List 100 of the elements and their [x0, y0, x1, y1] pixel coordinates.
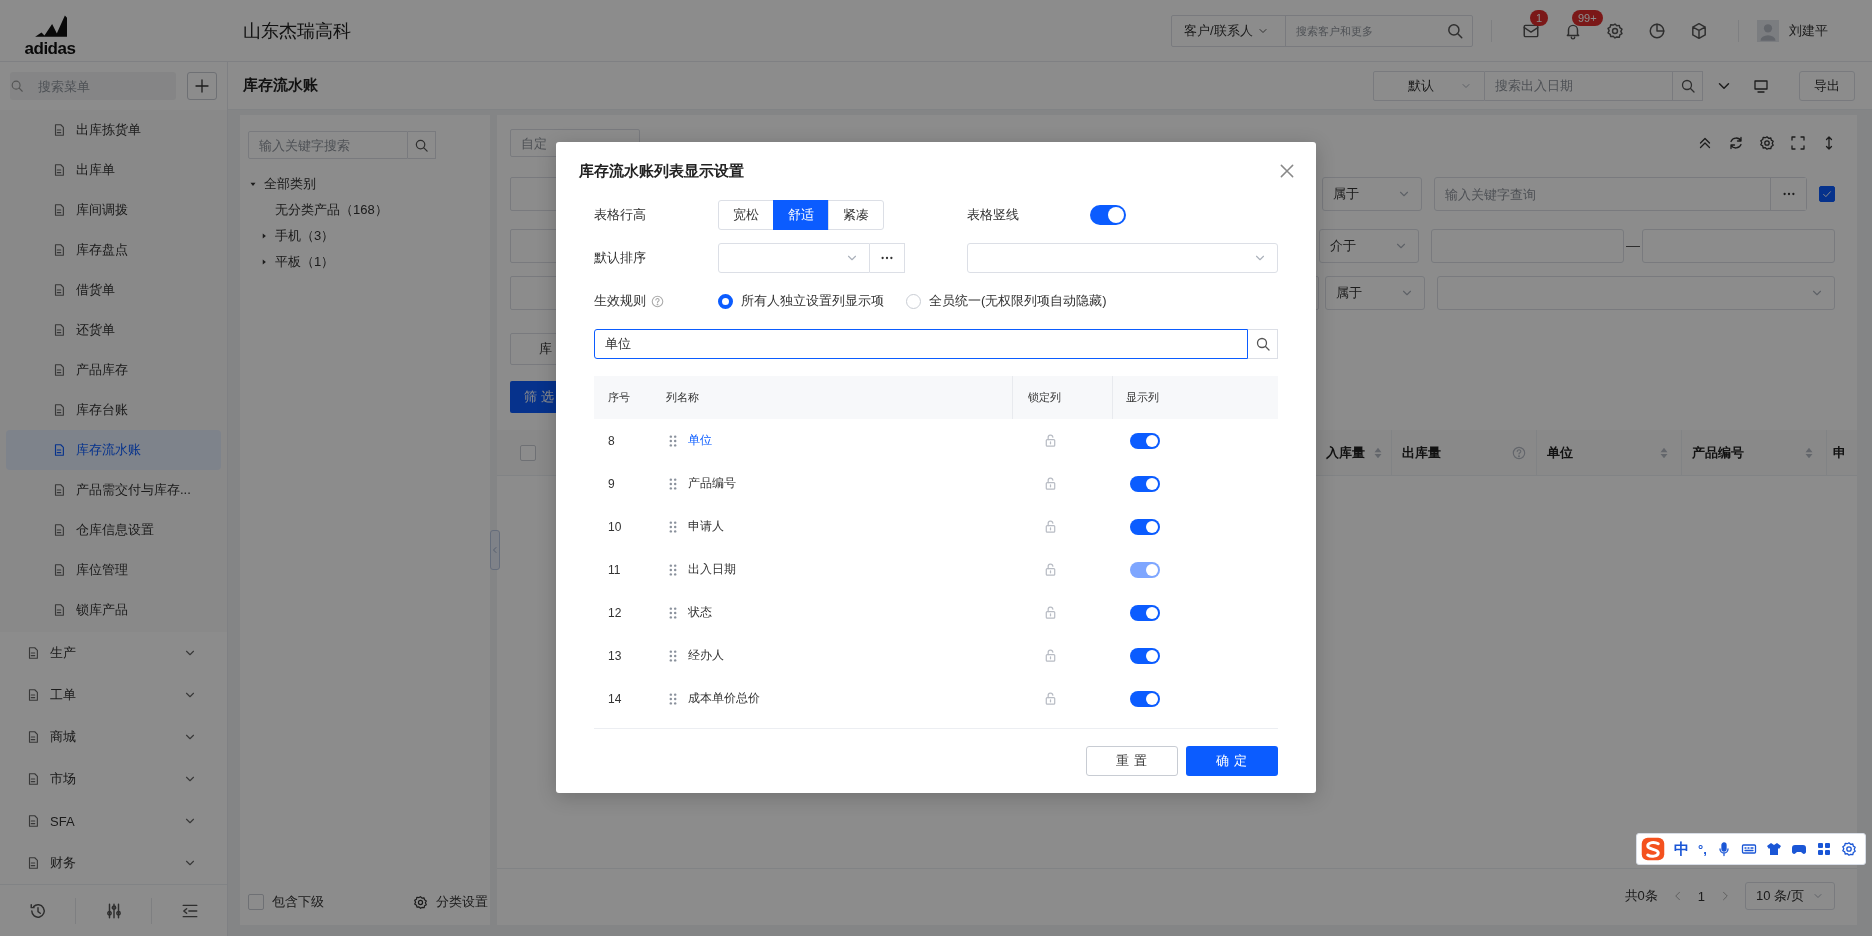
menu-group[interactable]: 工单 — [0, 674, 227, 716]
menu-item[interactable]: 库存盘点 — [6, 230, 221, 270]
search-button[interactable] — [1248, 329, 1278, 359]
ime-punctuation[interactable]: °, — [1698, 841, 1707, 857]
column-name: 单位 — [688, 432, 712, 449]
total-count: 共0条 — [1624, 887, 1658, 905]
tree-node[interactable]: 无分类产品（168） — [259, 197, 482, 223]
sort-field-select[interactable] — [718, 243, 870, 273]
column-name: 经办人 — [688, 647, 724, 664]
ime-language[interactable]: 中 — [1674, 839, 1689, 859]
settings-icon[interactable] — [1606, 21, 1624, 40]
operator-select[interactable]: 属于 — [1325, 276, 1425, 310]
menu-group[interactable]: 市场 — [0, 758, 227, 800]
shirt-icon[interactable] — [1765, 841, 1782, 857]
menu-item[interactable]: 库位管理 — [6, 550, 221, 590]
refresh-icon[interactable] — [1728, 135, 1744, 151]
pie-chart-icon[interactable] — [1648, 21, 1666, 40]
tree-node[interactable]: 全部类别 — [248, 171, 482, 197]
menu-item[interactable]: 仓库信息设置 — [6, 510, 221, 550]
toggle-knob — [1146, 649, 1158, 662]
menu-item[interactable]: 库存台账 — [6, 390, 221, 430]
search-field[interactable]: 搜索客户和更多 — [1285, 24, 1446, 37]
help-icon — [1512, 445, 1526, 460]
column-header[interactable]: 出库量 — [1392, 430, 1537, 475]
page-size-select[interactable]: 10 条/页 — [1745, 882, 1835, 910]
document-icon — [26, 856, 40, 870]
toggle-switch[interactable] — [1130, 604, 1160, 621]
segment-option[interactable]: 紧凑 — [828, 200, 884, 230]
category-settings-button[interactable]: 分类设置 — [413, 893, 488, 911]
close-icon[interactable] — [1278, 162, 1296, 180]
search-button[interactable] — [1673, 70, 1703, 101]
column-header[interactable]: 单位 — [1537, 430, 1682, 475]
view-select[interactable]: 默认 — [1373, 70, 1485, 101]
segment-option[interactable]: 舒适 — [773, 200, 829, 230]
menu-item[interactable]: 出库拣货单 — [6, 110, 221, 150]
checkbox-label[interactable]: 包含下级 — [272, 893, 324, 911]
tree-node[interactable]: 手机（3） — [259, 223, 482, 249]
scope-select[interactable]: 客户/联系人 — [1172, 15, 1286, 46]
toggle-switch[interactable] — [1130, 690, 1160, 707]
column-search-field[interactable]: 单位 — [595, 330, 1247, 358]
menu-item[interactable]: 借货单 — [6, 270, 221, 310]
menu-item[interactable]: 产品需交付与库存... — [6, 470, 221, 510]
menu-item[interactable]: 还货单 — [6, 310, 221, 350]
document-icon — [52, 363, 66, 377]
menu-item[interactable]: 库存流水账 — [6, 430, 221, 470]
document-icon — [52, 283, 66, 297]
fullscreen-icon[interactable] — [1790, 135, 1806, 151]
settings-icon[interactable] — [1759, 135, 1775, 151]
ime-logo-icon[interactable] — [1641, 837, 1665, 861]
toggle-switch[interactable] — [1090, 205, 1126, 225]
menu-item[interactable]: 锁库产品 — [6, 590, 221, 630]
settings-icon[interactable] — [1840, 841, 1857, 857]
menu-group[interactable]: 财务 — [0, 842, 227, 884]
operator-select[interactable]: 属于 — [1322, 177, 1422, 211]
help-icon[interactable] — [651, 294, 664, 308]
grid-icon[interactable] — [1815, 841, 1832, 857]
segment-option[interactable]: 宽松 — [718, 200, 774, 230]
tree-node[interactable]: 平板（1） — [259, 249, 482, 275]
toggle-switch[interactable] — [1130, 647, 1160, 664]
toggle-knob — [1146, 477, 1158, 490]
monitor-icon[interactable] — [1753, 77, 1769, 94]
add-button[interactable] — [187, 72, 217, 100]
toggle-switch[interactable] — [1130, 475, 1160, 492]
reset-button[interactable]: 重 置 — [1086, 746, 1178, 776]
search-icon[interactable] — [1446, 21, 1464, 40]
search-button[interactable] — [408, 131, 436, 159]
document-icon — [52, 563, 66, 577]
menu-group[interactable]: SFA — [0, 800, 227, 842]
confirm-button[interactable]: 确 定 — [1186, 746, 1278, 776]
column-header[interactable]: 产品编号 — [1682, 430, 1827, 475]
date-search-field[interactable]: 搜索出入日期 — [1485, 71, 1672, 100]
sliders-icon[interactable] — [104, 901, 123, 920]
document-icon — [52, 603, 66, 617]
radio-label[interactable]: 所有人独立设置列显示项 — [741, 292, 884, 310]
collapse-handle[interactable] — [490, 530, 500, 570]
column-name: 状态 — [688, 604, 712, 621]
cube-icon[interactable] — [1690, 21, 1708, 40]
page-number[interactable]: 1 — [1697, 888, 1705, 904]
user-name[interactable]: 刘建平 — [1789, 21, 1828, 40]
document-icon — [52, 163, 66, 177]
toggle-switch[interactable] — [1130, 518, 1160, 535]
document-icon — [26, 814, 40, 828]
notification-badge: 99+ — [1572, 9, 1603, 26]
radio-label[interactable]: 全员统一(无权限列项自动隐藏) — [929, 292, 1107, 310]
collapse-up-icon[interactable] — [1697, 135, 1713, 151]
document-icon — [26, 688, 40, 702]
menu-item[interactable]: 出库单 — [6, 150, 221, 190]
toggle-switch[interactable] — [1130, 432, 1160, 449]
history-icon[interactable] — [28, 901, 47, 920]
menu-item[interactable]: 产品库存 — [6, 350, 221, 390]
menu-item[interactable]: 库间调拨 — [6, 190, 221, 230]
checkbox[interactable] — [1819, 186, 1835, 202]
export-button[interactable]: 导出 — [1799, 70, 1855, 101]
radio-button[interactable] — [718, 293, 733, 309]
document-icon — [26, 646, 40, 660]
column-header[interactable]: 申 — [1827, 430, 1857, 475]
menu-group[interactable]: 生产 — [0, 632, 227, 674]
operator-select[interactable]: 介于 — [1319, 229, 1419, 263]
menu-group[interactable]: 商城 — [0, 716, 227, 758]
keyboard-icon[interactable] — [1740, 841, 1757, 857]
